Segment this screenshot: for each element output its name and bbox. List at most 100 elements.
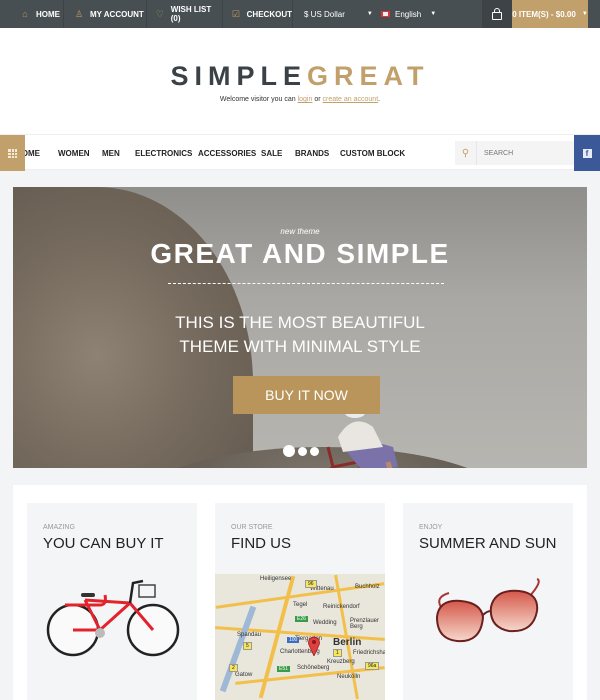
chevron-down-icon: ▼ <box>366 11 373 17</box>
slider-dot[interactable] <box>283 445 295 457</box>
flag-icon <box>381 11 390 17</box>
create-account-link[interactable]: create an account <box>323 96 379 103</box>
nav-item-women[interactable]: WOMEN <box>58 135 90 171</box>
site-logo[interactable]: SIMPLEGREAT <box>0 61 600 92</box>
feature-title: FIND US <box>231 535 291 552</box>
map-route-marker: 96 <box>305 580 317 588</box>
map-route-marker: 1 <box>333 649 342 657</box>
nav-label: SALE <box>261 148 283 158</box>
search-box: ⚲ <box>455 141 574 165</box>
welcome-message: Welcome visitor you can login or create … <box>0 96 600 103</box>
logo-part-great: GREAT <box>307 61 430 91</box>
facebook-icon: f <box>582 148 592 158</box>
map-label: Neukölln <box>337 674 361 680</box>
nav-label: ACCESSORIES <box>198 148 257 158</box>
top-link-label: CHECKOUT <box>246 9 292 19</box>
feature-pretitle: OUR STORE <box>231 524 273 531</box>
feature-box-summer[interactable]: ENJOY SUMMER AND SUN <box>403 503 573 700</box>
grid-icon <box>8 148 17 158</box>
site-header: SIMPLEGREAT Welcome visitor you can logi… <box>0 28 600 134</box>
feature-pretitle: AMAZING <box>43 524 75 531</box>
map-label: Schöneberg <box>297 665 330 671</box>
slide-text-line: THIS IS THE MOST BEAUTIFUL <box>175 313 425 332</box>
top-link-my-account[interactable]: ♙ MY ACCOUNT <box>64 0 147 28</box>
nav-label: CUSTOM BLOCK <box>340 148 406 158</box>
nav-item-brands[interactable]: BRANDS <box>295 135 329 171</box>
slide-title: GREAT AND SIMPLE <box>150 238 450 269</box>
nav-label: ELECTRONICS <box>135 148 193 158</box>
top-link-label: WISH LIST (0) <box>170 5 212 23</box>
nav-label: BRANDS <box>295 148 330 158</box>
slider-dot[interactable] <box>310 446 319 456</box>
chevron-down-icon: ▼ <box>581 11 588 17</box>
logo-part-simple: SIMPLE <box>170 61 307 91</box>
nav-item-accessories[interactable]: ACCESSORIES <box>198 135 256 171</box>
nav-item-sale[interactable]: SALE <box>261 135 282 171</box>
top-link-wish-list[interactable]: ♡ WISH LIST (0) <box>147 0 223 28</box>
search-icon[interactable]: ⚲ <box>455 141 477 165</box>
map-pin-icon[interactable] <box>308 636 320 656</box>
cart-button[interactable]: 0 ITEM(S) - $0.00 ▼ <box>512 0 588 28</box>
map-label: Reinickendorf <box>323 604 360 610</box>
login-link[interactable]: login <box>298 96 313 103</box>
store-map[interactable]: Heiligensee Wittenau Buchholz Tegel Rein… <box>215 574 385 700</box>
sunglasses-image <box>435 578 540 643</box>
welcome-text: Welcome visitor you can <box>219 96 298 103</box>
map-route-marker: 2 <box>229 664 238 672</box>
nav-item-men[interactable]: MEN <box>102 135 120 171</box>
map-label: Kreuzberg <box>327 659 355 665</box>
map-label: Friedrichshain <box>353 650 385 656</box>
main-nav: HOME WOMEN MEN ELECTRONICS ACCESSORIES S… <box>0 134 600 171</box>
map-route-marker: 96a <box>365 662 380 670</box>
top-bar: ⌂ HOME ♙ MY ACCOUNT ♡ WISH LIST (0) ☑ CH… <box>0 0 600 28</box>
slider-dot[interactable] <box>298 446 307 456</box>
top-link-checkout[interactable]: ☑ CHECKOUT <box>223 0 293 28</box>
chevron-down-icon: ▼ <box>430 11 437 17</box>
slider-pagination <box>283 445 319 457</box>
map-route-marker: 5 <box>243 642 252 650</box>
currency-value: $ US Dollar <box>304 9 345 19</box>
slide-text: THIS IS THE MOST BEAUTIFUL THEME WITH MI… <box>13 311 587 359</box>
heart-icon: ♡ <box>155 8 164 19</box>
home-icon: ⌂ <box>22 9 28 19</box>
nav-item-custom-block[interactable]: CUSTOM BLOCK <box>340 135 405 171</box>
cart-icon-button[interactable] <box>482 0 512 28</box>
cart-summary: 0 ITEM(S) - $0.00 <box>512 9 576 19</box>
slide-subtitle: new theme <box>280 227 320 236</box>
top-link-home[interactable]: ⌂ HOME <box>0 0 64 28</box>
red-bicycle-image <box>46 579 180 657</box>
feature-pretitle: ENJOY <box>419 524 443 531</box>
map-route-marker: E26 <box>295 616 308 622</box>
map-route-marker: 100 <box>287 637 300 643</box>
map-label: Berlin <box>333 637 362 648</box>
top-bar-edge <box>588 0 600 28</box>
buy-it-now-button[interactable]: BUY IT NOW <box>233 376 380 414</box>
user-icon: ♙ <box>74 8 84 19</box>
category-menu-button[interactable] <box>0 135 25 171</box>
facebook-button[interactable]: f <box>574 135 600 171</box>
search-input[interactable] <box>477 149 567 157</box>
slide-text-line: THEME WITH MINIMAL STYLE <box>179 337 421 356</box>
map-label: Tegel <box>293 602 308 608</box>
top-link-label: MY ACCOUNT <box>90 9 144 19</box>
shopping-bag-icon <box>492 7 502 20</box>
slide-image-cyclist <box>326 408 398 468</box>
welcome-text: . <box>378 96 381 103</box>
map-label: Gatow <box>235 672 253 678</box>
welcome-text: or <box>312 96 323 103</box>
nav-item-electronics[interactable]: ELECTRONICS <box>135 135 192 171</box>
map-label: Wedding <box>313 620 337 626</box>
language-value: English <box>395 9 422 19</box>
map-label: Heiligensee <box>260 576 292 582</box>
currency-select[interactable]: $ US Dollar ▼ <box>304 0 373 28</box>
feature-box-buy[interactable]: AMAZING YOU CAN BUY IT <box>27 503 197 700</box>
language-select[interactable]: English ▼ <box>381 0 436 28</box>
nav-label: WOMEN <box>58 148 90 158</box>
feature-title: SUMMER AND SUN <box>419 535 557 552</box>
map-label: Prenzlauer Berg <box>350 618 380 630</box>
nav-label: MEN <box>102 148 120 158</box>
map-label: Spandau <box>237 632 262 638</box>
map-label: Buchholz <box>355 584 380 590</box>
feature-title: YOU CAN BUY IT <box>43 535 164 552</box>
slide-divider <box>168 283 444 284</box>
